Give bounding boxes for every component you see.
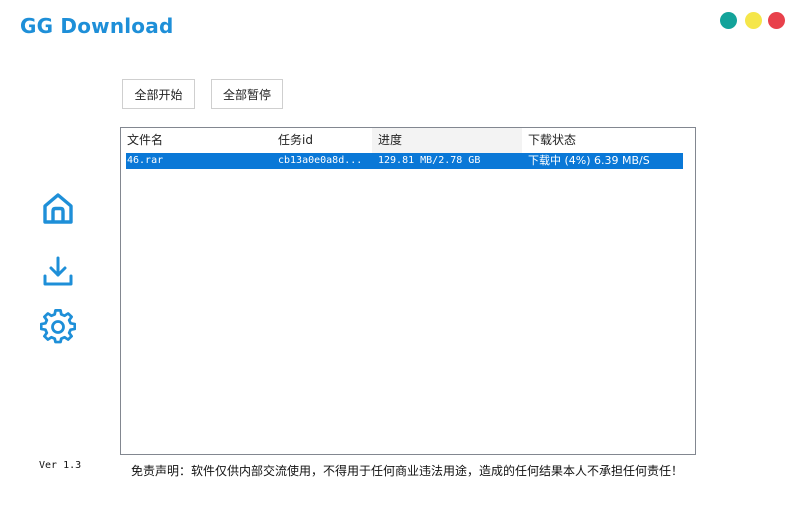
yellow-window-button[interactable] (745, 12, 762, 29)
home-icon[interactable] (40, 190, 76, 226)
table-row[interactable]: 46.rar cb13a0e0a8d... 129.81 MB/2.78 GB … (126, 153, 683, 169)
cell-status: 下载中 (4%) 6.39 MB/S (528, 154, 650, 167)
cell-progress: 129.81 MB/2.78 GB (378, 155, 481, 166)
download-icon[interactable] (40, 254, 76, 290)
disclaimer-text: 免责声明：软件仅供内部交流使用，不得用于任何商业违法用途，造成的任何结果本人不承… (131, 464, 684, 478)
red-window-button[interactable] (768, 12, 785, 29)
pause-all-button[interactable]: 全部暂停 (211, 79, 283, 109)
column-header-progress[interactable]: 进度 (372, 128, 522, 153)
download-list[interactable]: 文件名 任务id 进度 下载状态 46.rar cb13a0e0a8d... 1… (120, 127, 696, 455)
column-header-file-name[interactable]: 文件名 (121, 128, 272, 153)
column-header-status[interactable]: 下载状态 (522, 128, 695, 153)
column-header-task-id[interactable]: 任务id (272, 128, 372, 153)
app-title: GG Download (20, 14, 174, 38)
cell-task-id: cb13a0e0a8d... (278, 155, 363, 166)
settings-icon[interactable] (40, 309, 76, 345)
cell-file-name: 46.rar (127, 155, 164, 166)
start-all-button[interactable]: 全部开始 (122, 79, 195, 109)
list-header: 文件名 任务id 进度 下载状态 (121, 128, 695, 153)
teal-window-button[interactable] (720, 12, 737, 29)
version-label: Ver 1.3 (39, 460, 82, 471)
